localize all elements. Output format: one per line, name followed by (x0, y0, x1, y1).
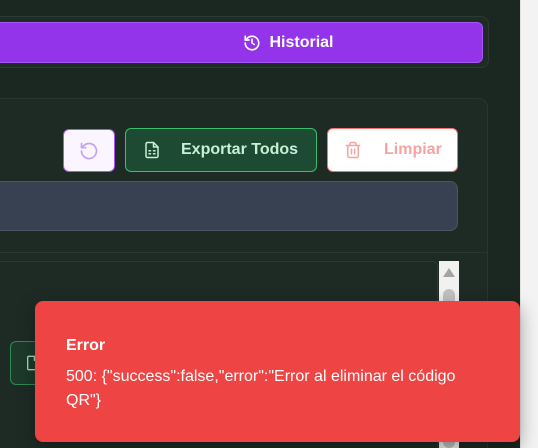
historial-button[interactable]: Historial (0, 22, 483, 63)
export-all-label: Exportar Todos (181, 141, 299, 158)
page-scrollbar[interactable] (520, 0, 538, 448)
historial-label: Historial (269, 33, 334, 51)
refresh-icon (80, 142, 98, 159)
search-input[interactable] (0, 181, 458, 231)
refresh-button[interactable] (63, 129, 115, 172)
history-icon (244, 34, 261, 51)
spreadsheet-icon (145, 141, 159, 159)
divider (0, 252, 488, 253)
toast-message: 500: {"success":false,"error":"Error al … (66, 368, 456, 409)
clear-button[interactable]: Limpiar (327, 128, 458, 172)
trash-icon (345, 141, 361, 159)
scroll-up-arrow-icon[interactable] (443, 268, 455, 277)
toast-title: Error (66, 337, 106, 354)
error-toast[interactable]: Error 500: {"success":false,"error":"Err… (35, 301, 520, 442)
export-all-button[interactable]: Exportar Todos (125, 128, 317, 172)
clear-label: Limpiar (384, 141, 442, 158)
